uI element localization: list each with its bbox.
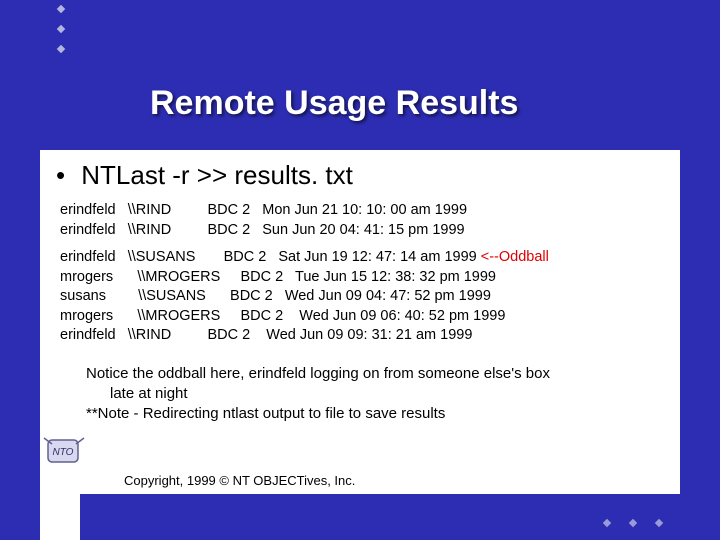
slide-title: Remote Usage Results	[150, 84, 720, 123]
bullet-icon: •	[56, 160, 74, 191]
note-line-2: late at night	[86, 384, 664, 404]
logo-text: NTO	[53, 447, 74, 458]
copyright-text: Copyright, 1999 © NT OBJECTives, Inc.	[124, 473, 355, 488]
result-row: erindfeld \\RIND BDC 2 Wed Jun 09 09: 31…	[60, 326, 664, 346]
nto-logo-icon: NTO	[42, 434, 86, 470]
note-line-1: Notice the oddball here, erindfeld loggi…	[86, 364, 664, 384]
result-row: mrogers \\MROGERS BDC 2 Tue Jun 15 12: 3…	[60, 268, 664, 288]
oddball-flag: <--Oddball	[481, 249, 549, 265]
result-row: susans \\SUSANS BDC 2 Wed Jun 09 04: 47:…	[60, 287, 664, 307]
command-text: NTLast -r >> results. txt	[81, 160, 353, 190]
footer-bar	[80, 494, 680, 540]
title-bar: Remote Usage Results	[0, 70, 720, 139]
result-row: erindfeld \\RIND BDC 2 Mon Jun 21 10: 10…	[60, 201, 664, 221]
command-line: • NTLast -r >> results. txt	[56, 160, 664, 191]
result-row: erindfeld \\SUSANS BDC 2 Sat Jun 19 12: …	[60, 248, 664, 268]
note-line-3: **Note - Redirecting ntlast output to fi…	[86, 404, 664, 424]
decorative-bottom-dots	[604, 520, 662, 526]
slide-body: • NTLast -r >> results. txt erindfeld \\…	[40, 150, 680, 540]
decorative-top-dots	[58, 6, 64, 52]
results-block: erindfeld \\RIND BDC 2 Mon Jun 21 10: 10…	[60, 201, 664, 346]
notes-block: Notice the oddball here, erindfeld loggi…	[56, 364, 664, 425]
result-row: mrogers \\MROGERS BDC 2 Wed Jun 09 06: 4…	[60, 307, 664, 327]
result-row: erindfeld \\RIND BDC 2 Sun Jun 20 04: 41…	[60, 221, 664, 241]
